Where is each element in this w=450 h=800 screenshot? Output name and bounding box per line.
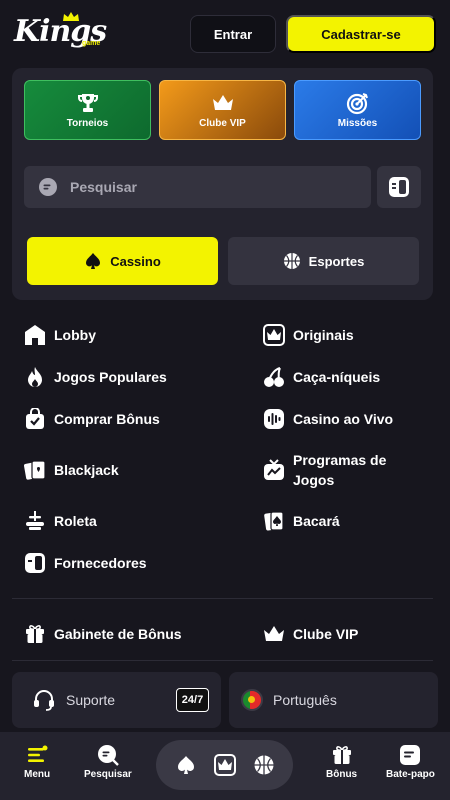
menu-icon (28, 745, 48, 762)
live-icon (263, 408, 285, 430)
bottom-nav: Menu Pesquisar Bônus Bate-papo (0, 732, 450, 800)
divider (12, 660, 433, 661)
promo-label: Clube VIP (199, 118, 246, 129)
promo-clube-vip[interactable]: Clube VIP (159, 80, 286, 140)
login-button[interactable]: Entrar (190, 15, 276, 53)
menu-item-roleta[interactable]: Roleta (24, 510, 97, 532)
center-quick-nav (156, 740, 293, 790)
sidebar-toggle-icon (389, 177, 409, 197)
home-icon (24, 324, 46, 346)
crown-icon (263, 623, 285, 645)
menu-label: Caça-níqueis (293, 369, 381, 385)
casino-spade-icon[interactable] (175, 754, 197, 776)
shopping-bag-icon (24, 408, 46, 430)
tab-cassino[interactable]: Cassino (27, 237, 218, 285)
menu-label: Casino ao Vivo (293, 411, 394, 427)
promo-missoes[interactable]: Missões (294, 80, 421, 140)
menu-item-fornecedores[interactable]: Fornecedores (24, 552, 147, 574)
menu-label: Jogos Populares (54, 369, 167, 385)
divider (12, 598, 433, 599)
search-icon (97, 745, 119, 766)
cherry-icon (263, 366, 285, 388)
crown-icon (212, 95, 233, 110)
kings-logo[interactable]: Kings game (14, 12, 107, 54)
logo-sub: game (82, 40, 101, 47)
menu-item-comprar-bonus[interactable]: Comprar Bônus (24, 408, 160, 430)
header: Kings game Entrar Cadastrar-se (0, 0, 450, 66)
menu-item-bacara[interactable]: Bacará (263, 510, 340, 532)
register-button[interactable]: Cadastrar-se (286, 15, 436, 53)
roulette-icon (24, 510, 46, 532)
nav-search[interactable]: Pesquisar (84, 744, 132, 780)
sports-basketball-icon[interactable] (253, 754, 275, 776)
promo-torneios[interactable]: Torneios (24, 80, 151, 140)
chat-icon (400, 745, 421, 765)
menu-item-clube-vip[interactable]: Clube VIP (263, 623, 358, 645)
support-label: Suporte (66, 692, 116, 708)
menu-item-gabinete-de-bonus[interactable]: Gabinete de Bônus (24, 623, 182, 645)
tab-esportes[interactable]: Esportes (228, 237, 419, 285)
fire-icon (24, 366, 46, 388)
menu-label: Roleta (54, 513, 97, 529)
nav-menu[interactable]: Menu (24, 744, 50, 780)
nav-label: Menu (24, 769, 51, 780)
menu-label: Gabinete de Bônus (54, 626, 182, 642)
card-spade-icon (263, 510, 285, 532)
portugal-flag-icon (241, 689, 263, 711)
gift-icon (24, 623, 46, 645)
menu-item-jogos-populares[interactable]: Jogos Populares (24, 366, 167, 388)
collapse-sidebar-button[interactable] (377, 166, 421, 208)
menu-item-blackjack[interactable]: Blackjack (24, 459, 119, 481)
menu-item-lobby[interactable]: Lobby (24, 324, 96, 346)
promo-label: Torneios (66, 118, 109, 129)
basketball-icon (283, 253, 300, 269)
top-panel: Torneios Clube VIP Missões Pesquisar Cas… (12, 68, 433, 300)
gift-icon (332, 746, 351, 764)
menu-label: Comprar Bônus (54, 411, 160, 427)
crown-box-icon (263, 324, 285, 346)
language-label: Português (273, 692, 337, 708)
search-input[interactable]: Pesquisar (24, 166, 371, 208)
search-placeholder: Pesquisar (70, 179, 137, 195)
support-button[interactable]: Suporte 24/7 (12, 672, 221, 728)
spade-icon (86, 253, 101, 269)
menu-label: Bacará (293, 513, 340, 529)
search-icon (39, 178, 57, 196)
tab-label: Esportes (308, 253, 365, 269)
menu-label: Blackjack (54, 462, 119, 478)
menu-label: Fornecedores (54, 555, 147, 571)
language-selector[interactable]: Português (229, 672, 438, 728)
nav-chat[interactable]: Bate-papo (386, 744, 435, 780)
menu-item-caca-niqueis[interactable]: Caça-níqueis (263, 366, 380, 388)
nav-label: Bate-papo (386, 769, 435, 780)
nav-bonus[interactable]: Bônus (326, 744, 357, 780)
menu-item-programas-de-jogos[interactable]: Programas de Jogos (263, 450, 413, 490)
cards-icon (24, 459, 46, 481)
tv-icon (263, 459, 285, 481)
menu-label: Clube VIP (293, 626, 359, 642)
target-icon (346, 93, 368, 115)
tab-label: Cassino (110, 253, 161, 269)
trophy-icon (77, 94, 98, 112)
menu-label: Lobby (54, 327, 96, 343)
providers-icon (24, 552, 46, 574)
originals-crown-icon[interactable] (213, 754, 236, 776)
nav-label: Pesquisar (84, 769, 132, 780)
promo-label: Missões (337, 118, 378, 129)
headset-icon (34, 690, 54, 711)
menu-item-originais[interactable]: Originais (263, 324, 354, 346)
support-badge: 24/7 (176, 688, 209, 712)
menu-item-casino-ao-vivo[interactable]: Casino ao Vivo (263, 408, 393, 430)
nav-label: Bônus (326, 769, 358, 780)
menu-label: Originais (293, 327, 354, 343)
menu-label: Programas de Jogos (293, 452, 387, 488)
logo-crown-icon (63, 12, 79, 21)
